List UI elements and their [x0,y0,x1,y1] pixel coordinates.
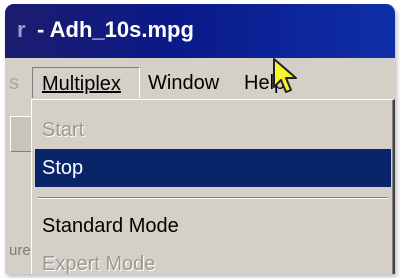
menu-window[interactable]: Window [148,72,219,95]
menu-item-expert-mode: Expert Mode [35,245,391,274]
menu-item-start: Start [35,111,391,149]
menu-item-stop-label: Stop [42,157,84,179]
multiplex-dropdown: Start Stop Standard Mode Expert Mode [31,99,395,274]
title-prefix: r [17,17,26,42]
application-window: r - Adh_10s.mpg s Multiplex Window Help … [5,4,395,274]
menu-multiplex-label: Multiplex [42,73,121,95]
menu-fragment: s [9,72,19,94]
arrow-cursor-icon [273,58,297,93]
menu-item-standard-mode-label: Standard Mode [42,215,179,237]
menu-separator [38,197,388,199]
status-fragment: ure [9,242,31,259]
menu-item-stop[interactable]: Stop [35,149,391,187]
title-bar[interactable]: r - Adh_10s.mpg [5,4,395,58]
menu-item-standard-mode[interactable]: Standard Mode [35,207,391,245]
menu-item-expert-mode-label: Expert Mode [42,253,156,274]
toolbar-button[interactable] [10,116,31,152]
menu-bar: s Multiplex Window Help [5,58,395,99]
window-title: - Adh_10s.mpg [37,17,194,42]
menu-multiplex[interactable]: Multiplex [32,67,140,99]
menu-item-start-label: Start [42,119,85,141]
